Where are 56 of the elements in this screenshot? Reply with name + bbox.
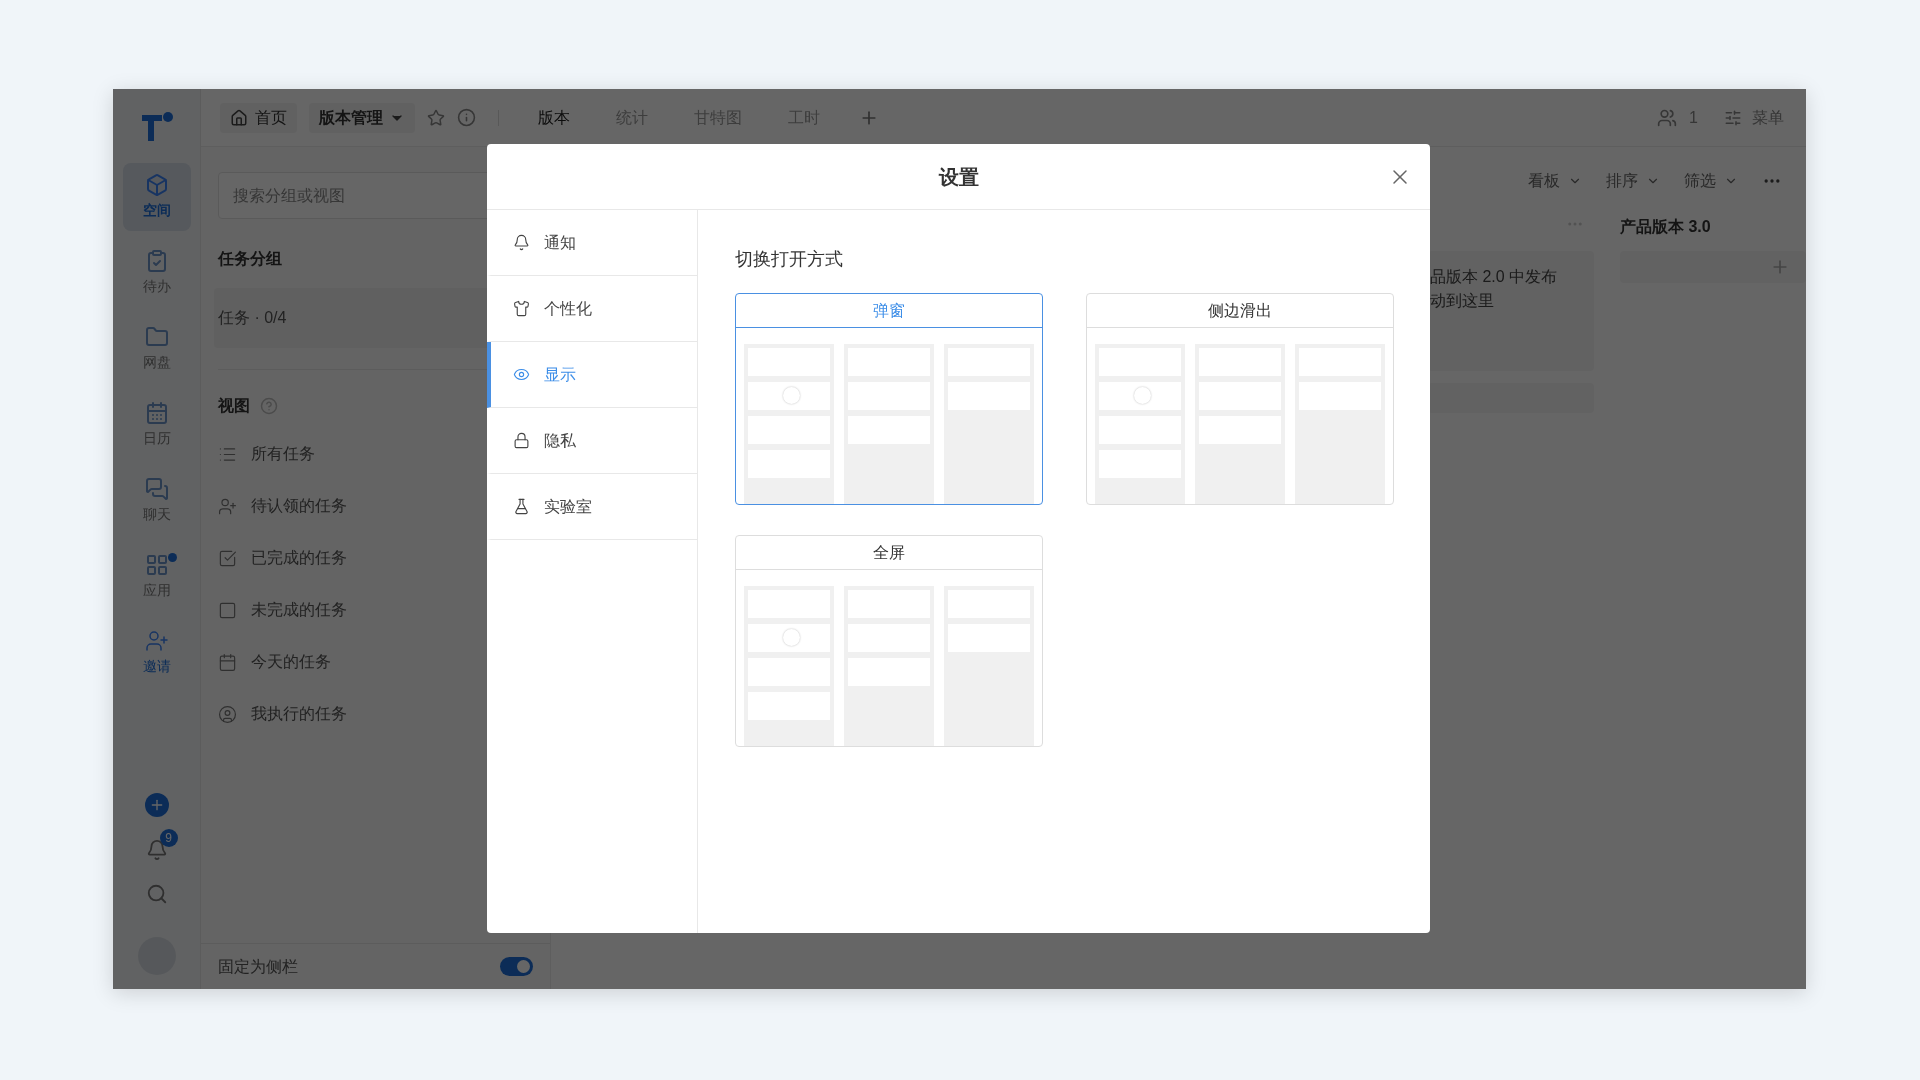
view-item[interactable]: 未完成的任务 (218, 584, 533, 636)
card-text: 动到这里 (1430, 291, 1495, 311)
lock-icon (513, 432, 530, 449)
task-card[interactable]: 品版本 2.0 中发布 动到这里 (1428, 251, 1594, 371)
search-icon[interactable] (145, 883, 168, 905)
cube-icon (144, 173, 169, 197)
members-icon[interactable] (1657, 107, 1678, 128)
card-text: 品版本 2.0 中发布 (1430, 267, 1559, 287)
column-title: 产品版本 3.0 (1620, 217, 1712, 237)
sliders-icon (1724, 108, 1742, 127)
view-item[interactable]: 今天的任务 (218, 636, 533, 688)
checkbox-icon (218, 548, 237, 568)
settings-nav-item[interactable]: 实验室 (487, 474, 697, 540)
home-icon (230, 108, 248, 127)
toolbar-dropdown[interactable]: 看板 (1528, 169, 1582, 193)
open-mode-option[interactable]: 侧边滑出 (1086, 293, 1394, 505)
logo-icon (139, 111, 174, 143)
settings-nav-item[interactable]: 通知 (487, 210, 697, 276)
help-icon[interactable] (260, 397, 278, 415)
user-icon (218, 704, 237, 724)
grid-icon (144, 553, 169, 577)
section-title: 切换打开方式 (735, 249, 843, 269)
open-mode-option[interactable]: 全屏 (735, 535, 1043, 747)
section-title: 任务分组 (218, 249, 283, 269)
add-button[interactable] (144, 793, 169, 817)
star-icon[interactable] (427, 108, 445, 127)
folder-icon (144, 325, 169, 349)
chat-icon (144, 477, 169, 501)
shirt-icon (513, 300, 530, 317)
add-user-icon (218, 496, 237, 516)
project-dropdown[interactable]: 版本管理 (309, 102, 415, 133)
flask-icon (513, 498, 530, 515)
settings-nav-item[interactable]: 个性化 (487, 276, 697, 342)
eye-icon (513, 366, 530, 383)
settings-nav-item[interactable]: 显示 (487, 342, 697, 408)
tab[interactable]: 版本 (521, 105, 587, 130)
section-title: 视图 (218, 396, 250, 416)
calendar-icon (218, 652, 237, 672)
info-icon[interactable] (457, 108, 476, 127)
add-user-icon (144, 629, 169, 653)
nav-rail-item[interactable]: 邀请 (122, 619, 191, 687)
toolbar-dropdown[interactable]: 排序 (1606, 169, 1660, 193)
bell-icon[interactable] (145, 839, 168, 861)
dialog-title: 设置 (938, 164, 979, 190)
notification-badge: 9 (159, 829, 178, 847)
settings-nav-item[interactable]: 隐私 (487, 408, 697, 474)
open-mode-option[interactable]: 弹窗 (735, 293, 1043, 505)
home-button[interactable]: 首页 (220, 102, 297, 133)
calendar-icon (144, 401, 169, 425)
checkbox-icon (218, 600, 237, 620)
toolbar-dropdown[interactable]: 筛选 (1684, 169, 1738, 193)
nav-rail-item[interactable]: 空间 (122, 163, 191, 231)
pin-toggle[interactable] (500, 957, 533, 976)
view-item[interactable]: 我执行的任务 (218, 688, 533, 740)
pin-label: 固定为侧栏 (218, 956, 298, 977)
bell-icon (513, 234, 530, 251)
